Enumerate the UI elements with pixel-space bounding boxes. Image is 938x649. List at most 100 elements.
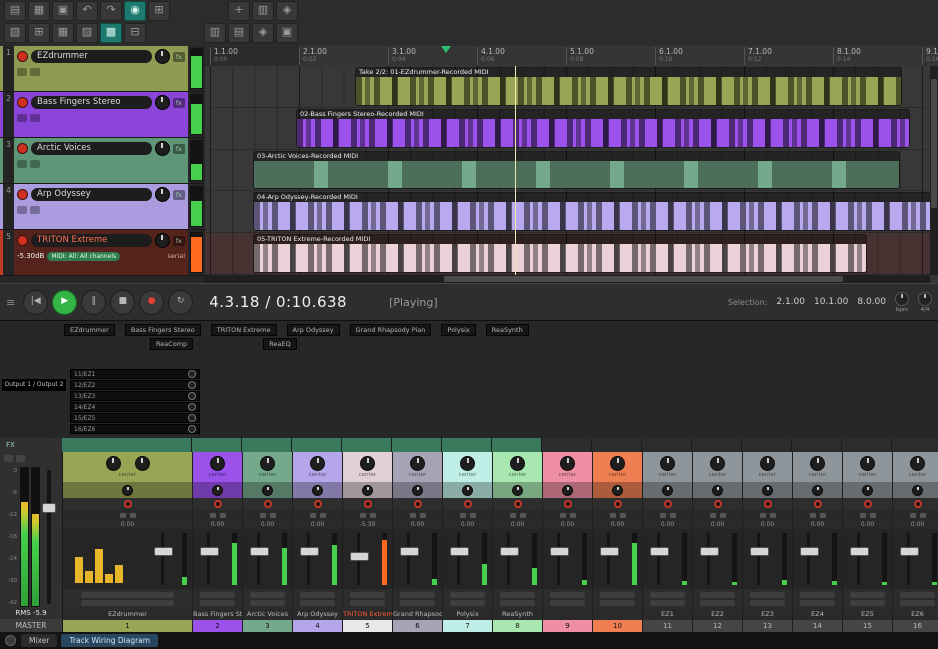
- fx-insert-button[interactable]: [81, 600, 174, 606]
- strip-number[interactable]: 16: [893, 620, 938, 632]
- wiring-fx-node[interactable]: ReaEQ: [263, 338, 297, 350]
- ripple-edit-icon[interactable]: ▨: [76, 23, 98, 43]
- metronome-icon[interactable]: ◉: [124, 1, 146, 21]
- strip-name[interactable]: Polysix: [443, 609, 492, 620]
- ruler-tick[interactable]: 4.1.00 0:06: [477, 47, 505, 65]
- fader-section[interactable]: [443, 529, 492, 589]
- record-arm-button[interactable]: [17, 97, 28, 108]
- width-knob[interactable]: [562, 484, 573, 496]
- pan-knob[interactable]: [510, 456, 525, 471]
- snap-toggle-icon[interactable]: ▦: [52, 23, 74, 43]
- tab-mixer[interactable]: Mixer: [21, 634, 58, 647]
- repeat-button[interactable]: ↻: [168, 289, 194, 315]
- route-button[interactable]: [599, 592, 636, 598]
- add-track-icon[interactable]: +: [228, 1, 250, 21]
- track-panel-1[interactable]: 1 EZdrummer fx: [0, 46, 205, 92]
- receive-row[interactable]: 16/EZ6: [70, 424, 200, 434]
- fader-section[interactable]: [893, 529, 938, 589]
- solo-button[interactable]: [30, 206, 40, 214]
- fx-insert-cell[interactable]: [442, 438, 492, 452]
- record-arm-button[interactable]: [463, 500, 472, 508]
- receive-row[interactable]: 11/EZ1: [70, 369, 200, 379]
- grouping-toggle-icon[interactable]: ▩: [100, 23, 122, 43]
- media-item-5[interactable]: 05-TRITON Extreme-Recorded MIDI: [253, 234, 867, 273]
- media-explorer-icon[interactable]: ◈: [252, 23, 274, 43]
- strip-name[interactable]: EZ1: [643, 609, 692, 620]
- strip-number[interactable]: 12: [693, 620, 742, 632]
- track-pan-knob[interactable]: [154, 233, 170, 248]
- width-knob[interactable]: [462, 484, 473, 496]
- open-project-icon[interactable]: ▦: [28, 1, 50, 21]
- fader-cap[interactable]: [650, 547, 669, 556]
- wiring-node[interactable]: Bass Fingers Stereo: [124, 324, 201, 336]
- route-button[interactable]: [849, 592, 886, 598]
- pan-knob[interactable]: [860, 456, 875, 471]
- route-button[interactable]: [199, 592, 236, 598]
- record-arm-button[interactable]: [813, 500, 822, 508]
- fx-insert-button[interactable]: [299, 600, 336, 606]
- mixer-strip-2[interactable]: center 0.00 Bass Fingers St 2: [193, 452, 243, 632]
- width-knob[interactable]: [612, 484, 623, 496]
- track-name[interactable]: TRITON Extreme: [31, 234, 152, 247]
- grid-settings-icon[interactable]: ⊞: [28, 23, 50, 43]
- fx-insert-cell[interactable]: [792, 438, 842, 452]
- pan-knob[interactable]: [105, 456, 121, 471]
- hardware-output-node[interactable]: Output 1 / Output 2: [2, 379, 66, 391]
- mixer-strip-14[interactable]: center 0.00 EZ4 14: [793, 452, 843, 632]
- go-to-start-button[interactable]: |◀: [23, 289, 49, 315]
- receive-volume-knob[interactable]: [188, 370, 196, 378]
- pan-knob[interactable]: [260, 456, 275, 471]
- receive-volume-knob[interactable]: [188, 381, 196, 389]
- fader-section[interactable]: [63, 529, 192, 589]
- fx-insert-cell[interactable]: [192, 438, 242, 452]
- timeline-ruler[interactable]: 1.1.00 0:00 2.1.00 0:02 3.1.00 0:04 4.1.00 0:06…: [205, 46, 938, 67]
- selection-length[interactable]: 8.0.00: [857, 297, 886, 307]
- solo-button[interactable]: [319, 512, 326, 518]
- receive-volume-knob[interactable]: [188, 414, 196, 422]
- receive-row[interactable]: 13/EZ3: [70, 391, 200, 401]
- pan-knob-2[interactable]: [134, 456, 150, 471]
- docker-icon[interactable]: ◈: [276, 1, 298, 21]
- redo-icon[interactable]: ↷: [100, 1, 122, 21]
- fader-section[interactable]: [743, 529, 792, 589]
- wiring-node[interactable]: ReaSynth: [485, 324, 529, 336]
- record-arm-button[interactable]: [263, 500, 272, 508]
- strip-number[interactable]: 7: [443, 620, 492, 632]
- fx-insert-button[interactable]: [399, 600, 436, 606]
- mute-button[interactable]: [17, 160, 27, 168]
- arrange-lane-1[interactable]: Take 2/2: 01-EZdrummer-Recorded MIDI: [205, 66, 930, 108]
- mute-button[interactable]: [709, 512, 716, 518]
- track-name[interactable]: Arctic Voices: [31, 142, 152, 155]
- record-arm-button[interactable]: [513, 500, 522, 508]
- fx-insert-button[interactable]: [599, 600, 636, 606]
- wiring-node[interactable]: EZdrummer: [64, 324, 115, 336]
- strip-name[interactable]: TRITON Extreme: [343, 609, 392, 620]
- track-name[interactable]: Arp Odyssey: [31, 188, 152, 201]
- route-button[interactable]: [699, 592, 736, 598]
- width-knob[interactable]: [862, 484, 873, 496]
- record-arm-button[interactable]: [863, 500, 872, 508]
- pan-knob[interactable]: [560, 456, 575, 471]
- route-button[interactable]: [399, 592, 436, 598]
- mute-button[interactable]: [659, 512, 666, 518]
- record-arm-button[interactable]: [763, 500, 772, 508]
- fader-section[interactable]: [693, 529, 742, 589]
- strip-number[interactable]: 3: [243, 620, 292, 632]
- master-fx-button[interactable]: [16, 454, 25, 462]
- strip-name[interactable]: EZdrummer: [63, 609, 192, 620]
- track-fx-button[interactable]: fx: [172, 51, 185, 62]
- fader-cap[interactable]: [400, 547, 419, 556]
- fader-cap[interactable]: [500, 547, 519, 556]
- solo-button[interactable]: [669, 512, 676, 518]
- strip-name[interactable]: Bass Fingers St: [193, 609, 242, 620]
- record-arm-button[interactable]: [663, 500, 672, 508]
- horizontal-scrollbar[interactable]: [205, 275, 930, 283]
- record-arm-button[interactable]: [363, 500, 372, 508]
- strip-number[interactable]: 2: [193, 620, 242, 632]
- strip-number[interactable]: 6: [393, 620, 442, 632]
- track-pan-knob[interactable]: [154, 187, 170, 202]
- strip-name[interactable]: EZ5: [843, 609, 892, 620]
- solo-button[interactable]: [619, 512, 626, 518]
- receive-volume-knob[interactable]: [188, 403, 196, 411]
- solo-button[interactable]: [369, 512, 376, 518]
